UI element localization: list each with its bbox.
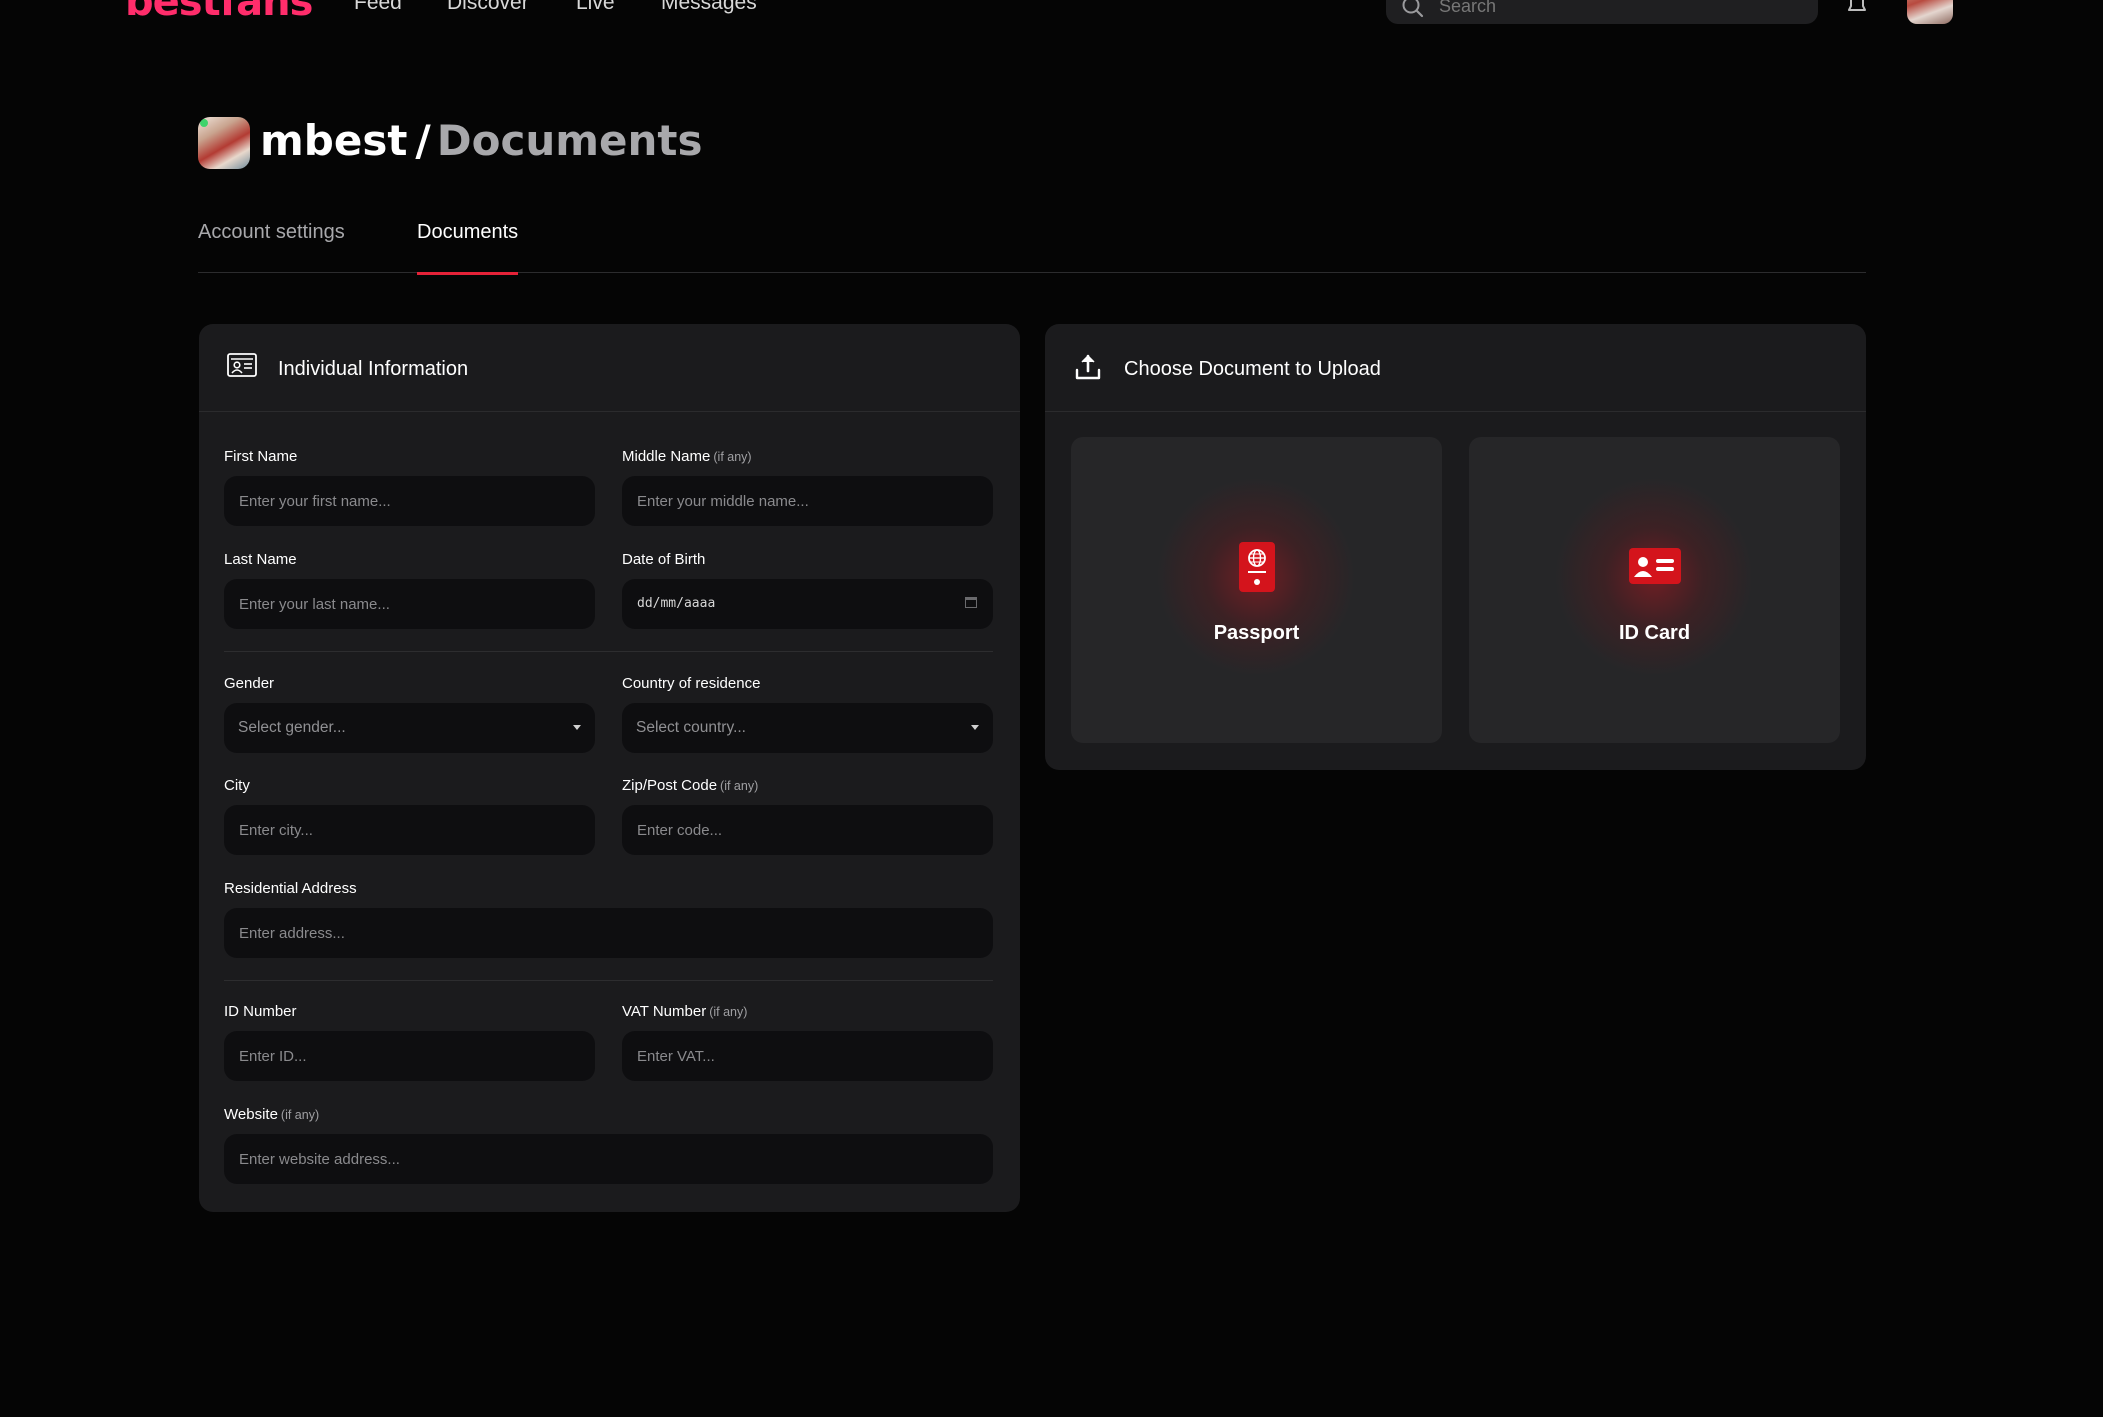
page-title: mbest / Documents (260, 111, 702, 171)
zip-label-text: Zip/Post Code (622, 777, 718, 794)
optional-hint: (if any) (280, 1108, 320, 1122)
tab-documents[interactable]: Documents (417, 220, 519, 275)
last-name-label: Last Name (224, 551, 297, 569)
zip-label: Zip/Post Code (if any) (622, 777, 758, 795)
top-navbar: bestfans Feed Discover Live Messages Sea… (0, 0, 2103, 30)
vat-input[interactable] (622, 1031, 993, 1081)
bestfans-logo[interactable]: bestfans (125, 0, 313, 25)
optional-hint: (if any) (713, 450, 752, 464)
search-bar[interactable]: Search (1386, 0, 1818, 24)
first-name-input[interactable] (224, 476, 595, 526)
city-input[interactable] (224, 805, 595, 855)
gender-select[interactable]: Select gender... (224, 703, 595, 753)
passport-icon (1238, 542, 1275, 592)
middle-name-input[interactable] (622, 476, 993, 526)
calendar-icon[interactable] (965, 597, 977, 608)
id-card-label: ID Card (1618, 622, 1691, 644)
website-label: Website (if any) (224, 1106, 319, 1124)
upload-icon (1075, 354, 1101, 380)
dob-label-text: Date of Birth (622, 551, 706, 568)
upload-document-header: Choose Document to Upload (1045, 324, 1866, 412)
nav-link-live[interactable]: Live (576, 0, 615, 15)
bell-icon[interactable] (1844, 0, 1870, 16)
date-of-birth-input[interactable]: dd/mm/aaaa (622, 579, 993, 629)
id-number-input[interactable] (224, 1031, 595, 1081)
first-name-label: First Name (224, 448, 297, 466)
individual-information-header: Individual Information (199, 324, 1020, 412)
id-card-outline-icon (227, 353, 257, 377)
address-label: Residential Address (224, 880, 357, 898)
page-title-separator: / (415, 116, 431, 165)
vat-label-text: VAT Number (622, 1003, 707, 1020)
vat-label: VAT Number (if any) (622, 1003, 747, 1021)
dob-label: Date of Birth (622, 551, 705, 569)
search-placeholder: Search (1439, 0, 1497, 16)
settings-tabs: Account settings Documents (198, 215, 1866, 275)
zip-input[interactable] (622, 805, 993, 855)
last-name-label-text: Last Name (224, 551, 297, 568)
middle-name-label-text: Middle Name (622, 448, 711, 465)
upload-document-title: Choose Document to Upload (1124, 358, 1381, 380)
section-divider (224, 980, 993, 981)
country-select[interactable]: Select country... (622, 703, 993, 753)
section-divider (224, 651, 993, 652)
tab-account-settings[interactable]: Account settings (198, 220, 345, 272)
id-card-icon (1628, 548, 1681, 584)
middle-name-label: Middle Name (if any) (622, 448, 752, 466)
passport-option[interactable]: Passport (1071, 437, 1442, 743)
optional-hint: (if any) (709, 1005, 748, 1019)
website-input[interactable] (224, 1134, 993, 1184)
country-label-text: Country of residence (622, 675, 761, 692)
nav-link-discover[interactable]: Discover (447, 0, 529, 15)
gender-select-value: Select gender... (238, 719, 346, 736)
city-label: City (224, 777, 250, 795)
passport-label: Passport (1213, 622, 1300, 644)
id-number-label-text: ID Number (224, 1003, 297, 1020)
first-name-label-text: First Name (224, 448, 298, 465)
individual-information-card: Individual Information First Name Middle… (199, 324, 1020, 1212)
optional-hint: (if any) (720, 779, 759, 793)
search-icon (1402, 0, 1424, 18)
id-number-label: ID Number (224, 1003, 297, 1021)
profile-avatar (198, 117, 250, 169)
city-label-text: City (224, 777, 250, 794)
address-label-text: Residential Address (224, 880, 357, 897)
online-status-dot (200, 119, 208, 127)
website-label-text: Website (224, 1106, 278, 1123)
upload-document-card: Choose Document to Upload Passport ID Ca… (1045, 324, 1866, 770)
individual-information-title: Individual Information (278, 358, 469, 380)
country-label: Country of residence (622, 675, 760, 693)
country-select-value: Select country... (636, 719, 746, 736)
page-title-username: mbest (260, 116, 408, 165)
caret-down-icon (573, 725, 581, 730)
nav-link-messages[interactable]: Messages (661, 0, 757, 15)
id-card-option[interactable]: ID Card (1469, 437, 1840, 743)
caret-down-icon (971, 725, 979, 730)
gender-label-text: Gender (224, 675, 275, 692)
last-name-input[interactable] (224, 579, 595, 629)
address-input[interactable] (224, 908, 993, 958)
nav-link-feed[interactable]: Feed (354, 0, 402, 15)
date-of-birth-value: dd/mm/aaaa (637, 596, 716, 611)
gender-label: Gender (224, 675, 274, 693)
nav-avatar[interactable] (1907, 0, 1953, 24)
page-title-section: Documents (436, 116, 703, 165)
